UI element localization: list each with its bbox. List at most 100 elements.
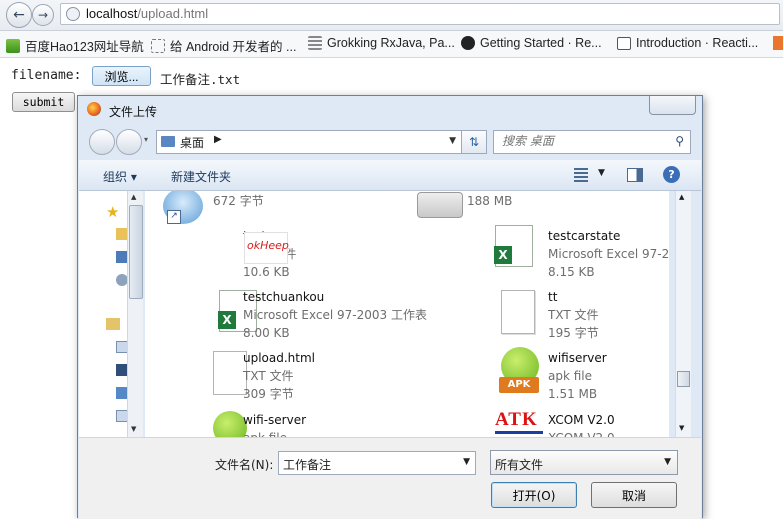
scroll-down-icon[interactable]: ▼ <box>131 425 136 433</box>
file-item-wifi-server[interactable]: wifi-server apk file <box>213 411 491 437</box>
nav-scroll-thumb[interactable] <box>129 205 143 299</box>
android-icon <box>213 411 247 437</box>
bookmarks-bar: 百度Hao123网址导航 给 Android 开发者的 ... Grokking… <box>0 31 783 58</box>
file-type: apk file <box>548 369 593 383</box>
dialog-back-button[interactable] <box>89 129 115 155</box>
bookmark-label: Grokking RxJava, Pa... <box>327 36 455 50</box>
file-name: testchuankou <box>243 290 325 304</box>
file-size: 8.15 KB <box>548 265 595 279</box>
dialog-forward-button[interactable] <box>116 129 142 155</box>
selected-file-name: 工作备注.txt <box>160 72 241 87</box>
file-upload-dialog: 文件上传 ▾ 桌面 ▶ ▼ ⇅ ⚲ 组织 ▾ 新建文件夹 ▼ ? ★ <box>77 95 703 519</box>
dialog-close-button[interactable] <box>649 96 696 115</box>
favorites-star-icon[interactable]: ★ <box>106 203 119 221</box>
file-item-tt[interactable]: tt TXT 文件 195 字节 <box>501 288 669 348</box>
file-meta: testcarstate Microsoft Excel 97-2003 工作表… <box>548 227 669 281</box>
file-type: XCOM V2.0 <box>548 429 615 437</box>
bookmark-rxjava[interactable]: Grokking RxJava, Pa... <box>308 36 455 50</box>
refresh-button[interactable]: ⇅ <box>461 130 487 154</box>
filetype-select[interactable]: 所有文件 ▼ <box>490 450 678 475</box>
file-item-xcom[interactable]: ATK XCOM V2.0 XCOM V2.0 <box>495 409 669 437</box>
location-text[interactable]: 桌面 <box>180 134 204 151</box>
location-breadcrumb[interactable]: 桌面 ▶ ▼ <box>156 130 487 154</box>
dialog-toolbar: 组织 ▾ 新建文件夹 ▼ ? <box>79 160 701 191</box>
open-button[interactable]: 打开(O) <box>491 482 577 508</box>
file-size: 672 字节 <box>213 194 264 208</box>
filename-label: filename: <box>11 68 82 83</box>
file-size: 8.00 KB <box>243 326 290 340</box>
browse-button[interactable]: 浏览... <box>92 66 151 86</box>
file-type: apk file <box>243 429 306 437</box>
filename-input[interactable]: 工作备注 ▼ <box>278 451 476 475</box>
file-type: TXT 文件 <box>243 369 294 383</box>
refresh-icon: ⇅ <box>468 135 480 149</box>
bookmark-getting-started[interactable]: Getting Started · Re... <box>461 36 602 50</box>
search-input[interactable] <box>500 133 664 149</box>
drive-icon <box>417 192 463 218</box>
file-size: 1.51 MB <box>548 387 598 401</box>
scroll-up-icon[interactable]: ▲ <box>679 193 684 201</box>
doc-lines-icon <box>308 36 322 50</box>
file-list: ↗ 快捷方式 672 字节 00:01:45 188 MB test PNG 文… <box>145 191 669 437</box>
location-dropdown-icon[interactable]: ▼ <box>449 136 456 146</box>
submit-button[interactable]: submit <box>12 92 75 112</box>
firefox-icon <box>87 102 101 116</box>
file-size: 188 MB <box>467 194 513 208</box>
bookmark-label: 百度Hao123网址导航 <box>25 40 144 54</box>
back-button[interactable]: ← <box>6 2 32 28</box>
file-item-upload-html[interactable]: upload.html TXT 文件 309 字节 <box>213 349 491 409</box>
dialog-bottom-panel: 文件名(N): 工作备注 ▼ 所有文件 ▼ 打开(O) 取消 <box>79 437 701 519</box>
overflow-bookmark-icon[interactable] <box>773 36 783 50</box>
file-list-scroll-thumb[interactable] <box>677 371 690 387</box>
dialog-address-row: ▾ 桌面 ▶ ▼ ⇅ ⚲ <box>78 126 702 158</box>
file-meta: tt TXT 文件 195 字节 <box>548 288 599 342</box>
scroll-down-icon[interactable]: ▼ <box>679 424 684 432</box>
navigation-pane: ★ ▲ ▼ <box>79 191 143 437</box>
dialog-search[interactable]: ⚲ <box>493 130 691 154</box>
file-item-testcarstate[interactable]: X testcarstate Microsoft Excel 97-2003 工… <box>494 225 669 287</box>
chevron-down-icon[interactable]: ▼ <box>463 457 470 467</box>
file-meta: 00:01:45 188 MB <box>467 191 521 210</box>
filename-value[interactable]: 工作备注 <box>283 456 331 473</box>
scroll-up-icon[interactable]: ▲ <box>131 193 136 201</box>
url-bar[interactable]: localhost/upload.html <box>60 3 780 25</box>
file-type: Microsoft Excel 97-2003 工作表 <box>243 308 427 322</box>
filename-field-label: 文件名(N): <box>215 458 274 472</box>
new-folder-button[interactable]: 新建文件夹 <box>171 168 231 185</box>
dialog-titlebar[interactable]: 文件上传 <box>78 96 702 124</box>
nav-pane-scrollbar[interactable]: ▲ ▼ <box>127 191 143 437</box>
help-icon[interactable]: ? <box>663 166 680 183</box>
file-name: tt <box>548 290 558 304</box>
file-name: XCOM V2.0 <box>548 413 615 427</box>
preview-pane-icon[interactable] <box>627 168 643 182</box>
organize-menu[interactable]: 组织 ▾ <box>103 168 137 185</box>
file-meta: 快捷方式 672 字节 <box>213 191 264 210</box>
github-icon <box>461 36 475 50</box>
bookmark-introduction[interactable]: Introduction · Reacti... <box>617 36 758 50</box>
search-icon: ⚲ <box>675 134 684 148</box>
file-item-wifiserver[interactable]: APK wifiserver apk file 1.51 MB <box>499 347 669 409</box>
file-name: upload.html <box>243 351 316 365</box>
breadcrumb-arrow-icon[interactable]: ▶ <box>214 134 222 145</box>
bookmark-hao123[interactable]: 百度Hao123网址导航 <box>6 36 144 55</box>
recent-dropdown-icon[interactable]: ▾ <box>144 135 148 144</box>
bookmark-label: Getting Started · Re... <box>480 36 602 50</box>
view-options-icon[interactable] <box>574 168 588 182</box>
text-file-icon <box>213 351 247 395</box>
cancel-button[interactable]: 取消 <box>591 482 677 508</box>
png-thumbnail-icon: okHeep <box>244 232 289 264</box>
view-dropdown-icon[interactable]: ▼ <box>598 168 605 178</box>
page-icon <box>151 38 165 53</box>
forward-button[interactable]: → <box>32 4 54 26</box>
bookmark-android[interactable]: 给 Android 开发者的 ... <box>151 36 296 55</box>
file-meta: wifiserver apk file 1.51 MB <box>548 349 607 403</box>
file-size: 195 字节 <box>548 326 599 340</box>
hao123-icon <box>6 38 20 53</box>
arrow-right-icon: → <box>37 8 49 22</box>
file-size: 10.6 KB <box>243 265 290 279</box>
libraries-icon[interactable] <box>106 318 120 330</box>
file-item-testchuankou[interactable]: X testchuankou Microsoft Excel 97-2003 工… <box>218 288 491 348</box>
browser-navbar: ← → localhost/upload.html <box>0 0 783 31</box>
file-list-scrollbar[interactable]: ▲ ▼ <box>675 191 691 437</box>
file-name: testcarstate <box>548 229 621 243</box>
